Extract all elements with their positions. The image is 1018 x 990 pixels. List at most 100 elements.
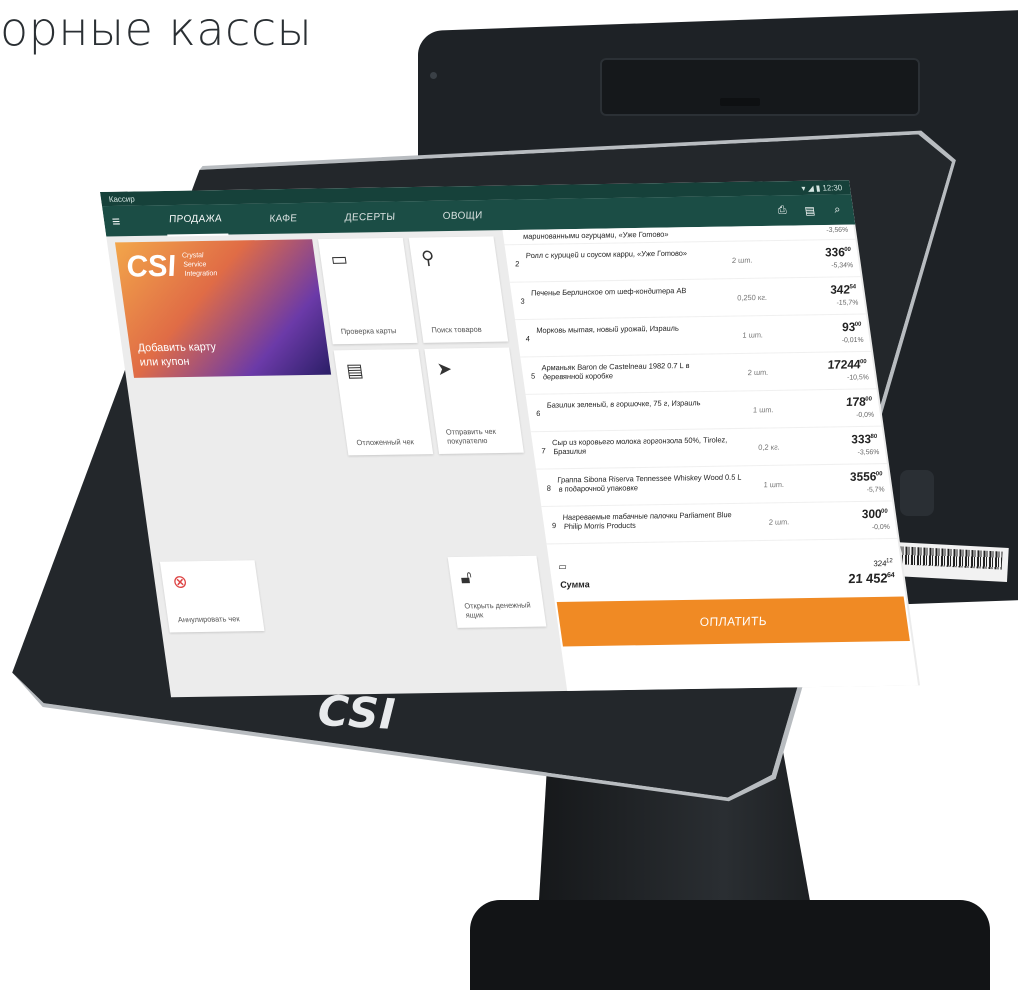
open-drawer-button[interactable]: 🔓︎ Открыть денежный ящик bbox=[447, 555, 547, 628]
clock-time: 12:30 bbox=[821, 182, 843, 193]
item-name: Ролл с курицей и соусом карри, «Уже Гото… bbox=[525, 248, 688, 261]
item-quantity: 2 шт. bbox=[731, 255, 753, 265]
main-area: CSI Crystal Service Integration Добавить… bbox=[106, 224, 920, 698]
cash-drawer-icon: 🔓︎ bbox=[458, 566, 474, 588]
item-price: 355600 bbox=[849, 469, 884, 484]
item-price: 34254 bbox=[829, 282, 857, 296]
cancel-check-label: Аннулировать чек bbox=[177, 614, 241, 625]
promo-tagline-1: Crystal bbox=[181, 252, 205, 260]
item-price-cents: 00 bbox=[859, 359, 868, 366]
receipt-item[interactable]: 5 Арманьяк Baron de Castelneau 1982 0.7 L… bbox=[520, 351, 877, 395]
cancel-x-icon: ⊗ bbox=[171, 571, 189, 592]
item-number: 7 bbox=[540, 446, 547, 456]
promo-cta: Добавить карту или купон bbox=[137, 340, 219, 370]
receipt-items-list: 2 Ролл с курицей и соусом карри, «Уже Гот… bbox=[504, 239, 898, 545]
pos-screen: Кассир ▾ ◢ ▮ 12:30 ≡ ПРОДАЖА КАФЕ ДЕСЕРТ… bbox=[100, 180, 921, 698]
item-price-cents: 00 bbox=[875, 471, 883, 478]
item-price-value: 300 bbox=[860, 506, 883, 522]
check-card-button[interactable]: ▭ Проверка карты bbox=[318, 237, 418, 345]
send-check-label: Отправить чек покупателю bbox=[445, 426, 497, 446]
tab-sale[interactable]: ПРОДАЖА bbox=[163, 203, 229, 236]
item-discount: -3,56% bbox=[857, 449, 880, 457]
status-icons: ▾ ◢ ▮ 12:30 bbox=[801, 183, 843, 193]
item-name: маринованными огурцами, «Уже Готово» bbox=[522, 229, 670, 241]
item-number: 9 bbox=[551, 521, 557, 531]
promo-tagline-2: Service bbox=[182, 261, 207, 269]
item-number: 2 bbox=[514, 259, 520, 269]
item-price-value: 17244 bbox=[826, 357, 862, 372]
search-goods-button[interactable]: ⚲ Поиск товаров bbox=[408, 236, 509, 343]
item-quantity: 2 шт. bbox=[747, 367, 769, 378]
item-price: 33380 bbox=[850, 431, 878, 447]
item-price: 9300 bbox=[841, 320, 863, 334]
item-discount: -10,5% bbox=[846, 374, 870, 382]
tax-amount: 32412 bbox=[873, 558, 894, 568]
sum-cents: 64 bbox=[886, 571, 896, 580]
item-name: Сыр из коровьего молока горгонзола 50%, … bbox=[551, 435, 728, 457]
sum-label: Сумма bbox=[559, 579, 591, 590]
sum-amount: 21 45264 bbox=[847, 570, 896, 586]
item-number: 8 bbox=[545, 483, 552, 493]
receipt-panel: маринованными огурцами, «Уже Готово» -3,… bbox=[502, 224, 919, 691]
item-discount: -0,01% bbox=[841, 336, 865, 345]
item-price-cents: 00 bbox=[880, 508, 889, 515]
tab-desserts[interactable]: ДЕСЕРТЫ bbox=[339, 202, 402, 232]
item-price-value: 178 bbox=[844, 394, 867, 409]
add-card-coupon-banner[interactable]: CSI Crystal Service Integration Добавить… bbox=[114, 239, 332, 378]
item-discount: -3,56% bbox=[825, 226, 849, 235]
item-discount: -5,7% bbox=[866, 486, 886, 494]
receipt-item[interactable]: 7 Сыр из коровьего молока горгонзола 50%,… bbox=[530, 426, 887, 470]
item-discount: -5,34% bbox=[830, 262, 854, 270]
receipt-item[interactable]: 8 Граппа Sibona Riserva Tennessee Whiskey… bbox=[536, 464, 893, 508]
item-price-cents: 00 bbox=[843, 246, 852, 254]
printer-icon[interactable]: ⎙ bbox=[773, 204, 791, 217]
signal-icon: ◢ bbox=[806, 183, 815, 193]
tab-vegetables[interactable]: ОВОЩИ bbox=[437, 201, 489, 231]
send-icon: ➤ bbox=[435, 358, 454, 380]
send-check-button[interactable]: ➤ Отправить чек покупателю bbox=[424, 347, 524, 454]
promo-tagline: Crystal Service Integration bbox=[181, 251, 218, 279]
item-price-value: 333 bbox=[850, 431, 872, 447]
search-goods-label: Поиск товаров bbox=[430, 324, 483, 335]
item-number: 3 bbox=[519, 296, 526, 306]
pay-button[interactable]: ОПЛАТИТЬ bbox=[556, 596, 910, 647]
item-discount: -0,0% bbox=[871, 523, 891, 532]
item-number: 5 bbox=[530, 371, 536, 381]
hamburger-menu-icon[interactable]: ≡ bbox=[111, 213, 147, 229]
item-name: Морковь мытая, новый урожай, Израиль bbox=[535, 323, 680, 335]
item-name: Печенье Берлинское от шеф-кондитера АВ bbox=[530, 285, 687, 298]
receipt-item[interactable]: 3 Печенье Берлинское от шеф-кондитера АВ 0… bbox=[509, 277, 866, 321]
cancel-check-button[interactable]: ⊗ Аннулировать чек bbox=[159, 560, 265, 633]
promo-cta-2: или купон bbox=[138, 355, 191, 369]
deferred-check-button[interactable]: ▤ Отложенный чек bbox=[333, 348, 434, 456]
promo-brand: CSI bbox=[124, 249, 178, 284]
tab-cafe[interactable]: КАФЕ bbox=[263, 204, 303, 234]
item-price-cents: 80 bbox=[870, 433, 878, 441]
card-icon: ▭ bbox=[329, 248, 349, 270]
wallet-icon: ▭ bbox=[556, 561, 567, 572]
search-icon[interactable]: ⌕ bbox=[829, 203, 847, 216]
wifi-icon: ▾ bbox=[800, 183, 807, 193]
promo-tagline-3: Integration bbox=[184, 270, 218, 278]
item-discount: -0,0% bbox=[855, 411, 875, 419]
tax-cents: 12 bbox=[885, 558, 894, 565]
deferred-check-label: Отложенный чек bbox=[355, 437, 415, 448]
receipt-item[interactable]: 6 Базилик зеленый, в горшочке, 75 г, Изра… bbox=[525, 389, 882, 433]
receipt-icon[interactable]: ▤ bbox=[801, 203, 819, 216]
receipt-item[interactable]: 9 Нагреваемые табачные палочки Parliament… bbox=[541, 501, 898, 545]
item-price-cents: 00 bbox=[854, 321, 862, 328]
check-card-label: Проверка карты bbox=[340, 326, 397, 337]
receipt-item[interactable]: 4 Морковь мытая, новый урожай, Израиль 1 ш… bbox=[515, 314, 872, 358]
magnifier-icon: ⚲ bbox=[419, 247, 436, 268]
item-discount: -15,7% bbox=[836, 299, 859, 307]
item-price: 30000 bbox=[860, 506, 889, 522]
deferred-receipt-icon: ▤ bbox=[344, 360, 365, 381]
open-drawer-label: Открыть денежный ящик bbox=[463, 600, 532, 620]
item-quantity: 1 шт. bbox=[741, 330, 764, 340]
item-price-value: 336 bbox=[823, 244, 846, 260]
item-price: 17800 bbox=[845, 394, 873, 409]
receipt-item[interactable]: 2 Ролл с курицей и соусом карри, «Уже Гот… bbox=[504, 239, 861, 283]
sum-value: 21 452 bbox=[847, 570, 889, 587]
item-name: Арманьяк Baron de Castelneau 1982 0.7 L … bbox=[540, 360, 690, 382]
